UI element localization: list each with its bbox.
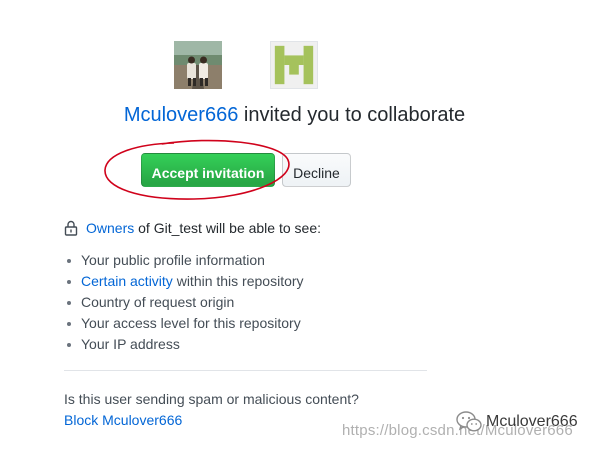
avatar-photo-image — [174, 41, 222, 89]
decline-button[interactable]: Decline — [282, 153, 351, 187]
wechat-logo-icon — [456, 411, 482, 432]
permission-profile: Your public profile information — [81, 252, 265, 268]
permissions-intro-text: of Git_test will be able to see: — [134, 220, 321, 236]
invitation-headline: Mculover666 invited you to collaborate — [0, 103, 589, 127]
list-item: Your public profile information — [64, 250, 304, 271]
spam-question: Is this user sending spam or malicious c… — [64, 391, 359, 407]
divider — [64, 370, 427, 371]
repo-identicon[interactable] — [270, 41, 318, 89]
permission-access-level: Your access level for this repository — [81, 315, 301, 331]
list-item: Country of request origin — [64, 292, 304, 313]
permissions-intro: Owners of Git_test will be able to see: — [64, 219, 321, 237]
permission-country: Country of request origin — [81, 294, 235, 310]
lock-icon — [64, 220, 78, 236]
permission-ip: Your IP address — [81, 336, 180, 352]
headline-text: invited you to collaborate — [238, 104, 466, 126]
watermark-name: Mculover666 — [486, 413, 578, 430]
accept-invitation-button[interactable]: Accept invitation — [141, 153, 275, 187]
inviter-avatar[interactable] — [174, 41, 222, 89]
permissions-list: Your public profile information Certain … — [64, 250, 304, 355]
inviter-username-link[interactable]: Mculover666 — [124, 104, 239, 126]
owners-link[interactable]: Owners — [86, 220, 134, 236]
list-item: Certain activity within this repository — [64, 271, 304, 292]
permission-activity-text: within this repository — [172, 273, 304, 289]
identicon-image — [271, 42, 317, 88]
certain-activity-link[interactable]: Certain activity — [81, 273, 173, 289]
block-user-link[interactable]: Block Mculover666 — [64, 411, 182, 429]
list-item: Your access level for this repository — [64, 313, 304, 334]
list-item: Your IP address — [64, 334, 304, 355]
